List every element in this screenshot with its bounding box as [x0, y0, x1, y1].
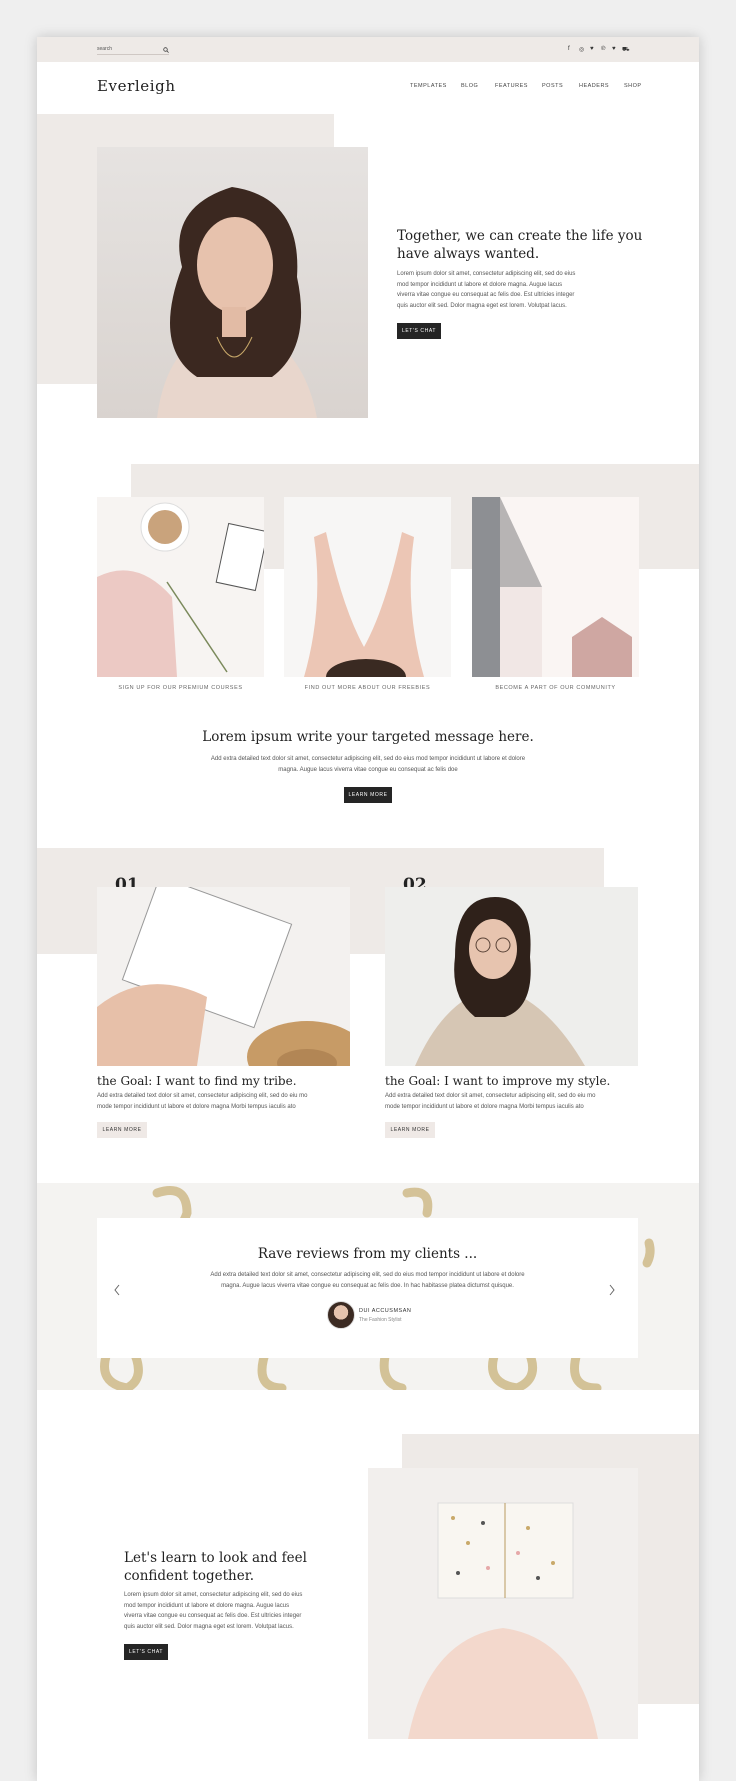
closing-heading-line1: Let's learn to look and feel [124, 1550, 307, 1566]
avatar [327, 1301, 355, 1329]
twitter-icon[interactable]: ♥ [590, 46, 594, 52]
page: search f ◎ ♥ ℗ ♥ ⛟ Everleigh TEMPLATES B… [37, 37, 699, 1781]
hero-body-line: mod tempor incididunt ut labore et dolor… [397, 281, 563, 288]
closing-heading-line2: confident together. [124, 1568, 254, 1584]
goal-body-line: mode tempor incididunt ut labore et dolo… [385, 1103, 584, 1110]
heart-icon[interactable]: ♥ [612, 46, 616, 52]
message-body-line: Add extra detailed text dolor sit amet, … [210, 756, 526, 762]
site-logo[interactable]: Everleigh [97, 77, 176, 95]
hero-cta-button[interactable]: LET'S CHAT [397, 323, 441, 339]
hero-body-line: Lorem ipsum dolor sit amet, consectetur … [397, 271, 576, 277]
tile-image-freebies[interactable] [284, 497, 451, 677]
architecture-illustration [472, 497, 632, 677]
nav-shop[interactable]: SHOP [624, 83, 642, 89]
hero-heading-line1: Together, we can create the life you [397, 228, 643, 244]
reviewer-role: The Fashion Stylist [359, 1317, 402, 1323]
goal-body-line: mode tempor incididunt ut labore et dolo… [97, 1103, 296, 1110]
search-icon[interactable] [163, 47, 169, 53]
goal-image-tribe [97, 887, 350, 1066]
closing-heading: Let's learn to look and feel confident t… [124, 1549, 307, 1585]
goal-body-tribe: Add extra detailed text dolor sit amet, … [97, 1091, 357, 1112]
goal-body-style: Add extra detailed text dolor sit amet, … [385, 1091, 645, 1112]
portrait-illustration [157, 187, 317, 418]
closing-body-line: Lorem ipsum dolor sit amet, consectetur … [124, 1592, 303, 1598]
hero-portrait [97, 147, 368, 418]
instagram-icon[interactable]: ◎ [579, 46, 584, 53]
review-card: Rave reviews from my clients ... Add ext… [97, 1218, 638, 1358]
reviewer-name: DUI ACCUSMSAN [359, 1308, 412, 1314]
hands-illustration [304, 532, 424, 677]
nav-templates[interactable]: TEMPLATES [410, 83, 447, 89]
chevron-right-icon[interactable] [608, 1284, 616, 1296]
nav-headers[interactable]: HEADERS [579, 83, 609, 89]
closing-cta-button[interactable]: LET'S CHAT [124, 1644, 168, 1660]
review-quote: Add extra detailed text dolor sit amet, … [97, 1270, 638, 1291]
planner-illustration [97, 887, 350, 1066]
reviews-heading: Rave reviews from my clients ... [257, 1246, 478, 1262]
facebook-icon[interactable]: f [568, 46, 570, 52]
nav-features[interactable]: FEATURES [495, 83, 528, 89]
goal-title-tribe: the Goal: I want to find my tribe. [97, 1074, 297, 1088]
tile-image-community[interactable] [472, 497, 639, 677]
goal-learn-more-button-style[interactable]: LEARN MORE [385, 1122, 435, 1138]
nav-posts[interactable]: POSTS [542, 83, 563, 89]
closing-body: Lorem ipsum dolor sit amet, consectetur … [124, 1590, 344, 1632]
closing-body-line: quis auctor elit sed. Dolor magna eget e… [124, 1623, 294, 1630]
hero-body-line: viverra vitae congue eu consequat ac fel… [397, 292, 575, 298]
message-body-line: magna. Augue lacus viverra vitae congue … [278, 766, 458, 773]
chevron-left-icon[interactable] [113, 1284, 121, 1296]
goal-body-line: Add extra detailed text dolor sit amet, … [97, 1093, 308, 1099]
hero-heading-line2: have always wanted. [397, 246, 540, 262]
tile-caption-community[interactable]: BECOME A PART OF OUR COMMUNITY [472, 685, 639, 691]
tile-caption-freebies[interactable]: FIND OUT MORE ABOUT OUR FREEBIES [284, 685, 451, 691]
hero-body-line: quis auctor elit sed. Dolor magna eget e… [397, 302, 567, 309]
nav-blog[interactable]: BLOG [461, 83, 478, 89]
goal-image-style [385, 887, 638, 1066]
message-heading: Lorem ipsum write your targeted message … [202, 729, 534, 745]
closing-body-line: mod tempor incididunt ut labore et dolor… [124, 1602, 290, 1609]
tile-image-courses[interactable] [97, 497, 264, 677]
coffee-flatlay-illustration [97, 502, 264, 677]
notebook-portrait-illustration [408, 1502, 598, 1739]
review-quote-line: Add extra detailed text dolor sit amet, … [210, 1272, 525, 1278]
hero-heading: Together, we can create the life you hav… [397, 227, 642, 263]
glasses-portrait-illustration [415, 897, 585, 1066]
closing-body-line: viverra vitae congue eu consequat ac fel… [124, 1613, 302, 1619]
search-label: search [97, 46, 113, 52]
goal-learn-more-button-tribe[interactable]: LEARN MORE [97, 1122, 147, 1138]
pinterest-icon[interactable]: ℗ [601, 46, 605, 52]
message-learn-more-button[interactable]: LEARN MORE [344, 787, 392, 803]
closing-photo [368, 1468, 638, 1739]
review-quote-line: magna. Augue lacus viverra vitae congue … [221, 1282, 514, 1289]
cart-icon[interactable]: ⛟ [622, 46, 630, 54]
tile-caption-courses[interactable]: SIGN UP FOR OUR PREMIUM COURSES [97, 685, 264, 691]
goal-body-line: Add extra detailed text dolor sit amet, … [385, 1093, 596, 1099]
message-body: Add extra detailed text dolor sit amet, … [37, 754, 699, 775]
search-field[interactable]: search [97, 46, 169, 55]
goal-title-style: the Goal: I want to improve my style. [385, 1074, 611, 1088]
social-icons: f ◎ ♥ ℗ ♥ ⛟ [568, 46, 630, 54]
hero-body: Lorem ipsum dolor sit amet, consectetur … [397, 269, 617, 311]
